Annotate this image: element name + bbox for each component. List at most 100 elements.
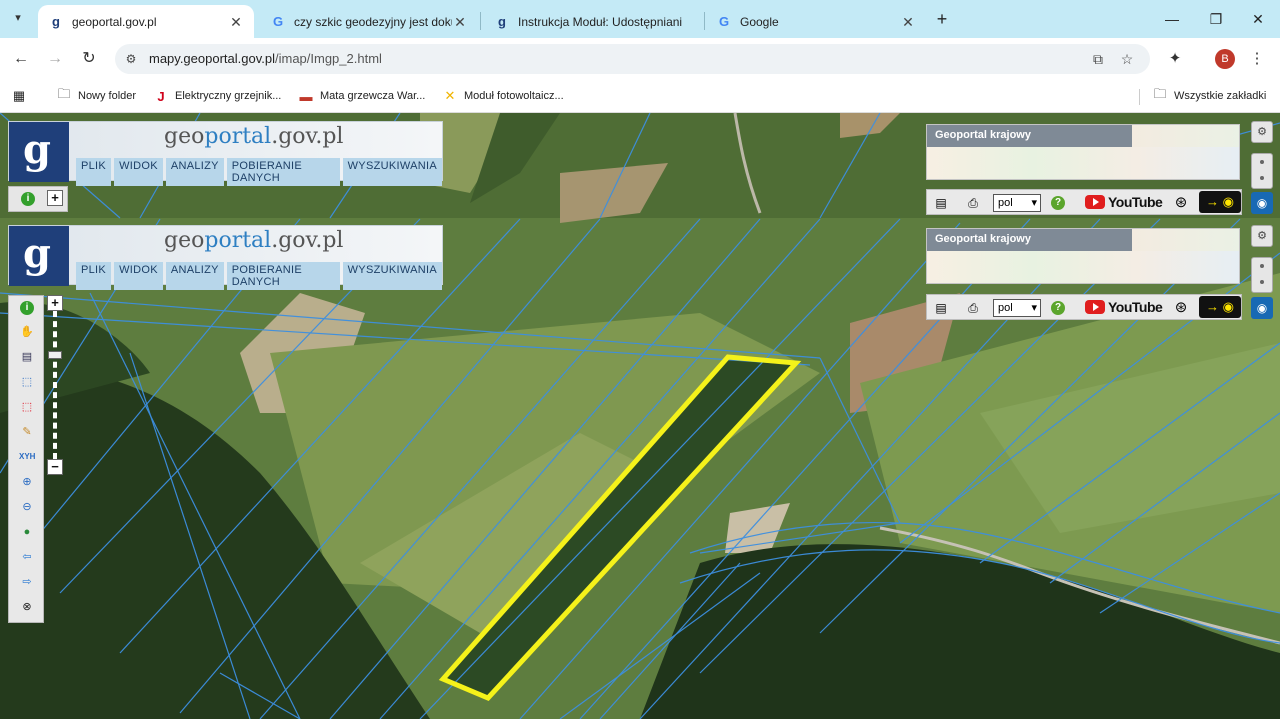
geoportal-krajowy-title: Geoportal krajowy <box>927 125 1132 147</box>
url-text[interactable]: mapy.geoportal.gov.pl/imap/Imgp_2.html <box>149 51 382 66</box>
bookmark-mata[interactable]: ▬ Mata grzewcza War... <box>298 86 426 106</box>
menu-analizy[interactable]: ANALIZY <box>165 158 224 186</box>
accessibility-wheel-icon[interactable]: ⊛ <box>1173 300 1189 316</box>
tab-google[interactable]: G Google ✕ <box>706 5 926 38</box>
tab-search-sketch[interactable]: G czy szkic geodezyjny jest dokum ✕ <box>260 5 478 38</box>
menu-plik[interactable]: PLIK <box>76 158 112 186</box>
settings-gears-icon[interactable]: ⚙ <box>1251 121 1273 143</box>
extensions-icon[interactable]: ✦ <box>1164 48 1186 70</box>
apps-grid-icon[interactable]: ▦ <box>11 86 33 106</box>
url-path: /imap/Imgp_2.html <box>274 51 382 66</box>
title-rest: .gov.pl <box>271 228 344 253</box>
menu-wyszukiwania[interactable]: WYSZUKIWANIA <box>342 158 442 186</box>
utility-bar: ▤ ⎙ pol ? YouTube ⊛ → ◉ <box>926 294 1242 320</box>
zoom-in-icon[interactable]: ⊕ <box>19 474 35 490</box>
youtube-play-icon <box>1085 300 1105 314</box>
overview-map-thumbnail[interactable] <box>927 251 1239 283</box>
overview-map-thumbnail[interactable] <box>927 147 1239 179</box>
language-select[interactable]: pol <box>993 299 1041 317</box>
browser-toolbar: ← → ↻ ⚙ mapy.geoportal.gov.pl/imap/Imgp_… <box>0 38 1280 80</box>
menu-plik[interactable]: PLIK <box>76 262 112 290</box>
help-lifebuoy-icon[interactable]: ⊗ <box>19 599 35 615</box>
folder-icon: 🗀 <box>1153 86 1167 101</box>
tab-title: Instrukcja Moduł: Udostępniani <box>518 14 683 29</box>
select-area-icon[interactable]: ⬚ <box>19 374 35 390</box>
map-canvas[interactable]: g geoportal.gov.pl PLIK WIDOK ANALIZY PO… <box>0 113 1280 719</box>
info-icon[interactable]: i <box>21 192 35 206</box>
bookmark-modul[interactable]: ✕ Moduł fotowoltaicz... <box>442 86 564 106</box>
bookmark-grzejnik[interactable]: J Elektryczny grzejnik... <box>153 86 281 106</box>
page-icon[interactable]: ▤ <box>933 195 949 211</box>
high-contrast-toggle[interactable]: → ◉ <box>1199 296 1241 318</box>
previous-view-arrow-icon[interactable]: ⇦ <box>19 549 35 565</box>
legend-icon[interactable]: ▤ <box>19 349 35 365</box>
visibility-eye-icon[interactable]: ◉ <box>1251 297 1273 319</box>
pencil-icon[interactable]: ✎ <box>19 424 35 440</box>
close-icon[interactable]: ✕ <box>900 14 916 30</box>
window-close-button[interactable]: ✕ <box>1244 8 1272 30</box>
install-app-icon[interactable]: ⧉ <box>1089 50 1107 68</box>
close-icon[interactable]: ✕ <box>228 14 244 30</box>
help-icon[interactable]: ? <box>1051 301 1065 315</box>
restore-button[interactable]: ❐ <box>1202 8 1230 30</box>
help-icon[interactable]: ? <box>1051 196 1065 210</box>
all-bookmarks[interactable]: 🗀 Wszystkie zakładki <box>1152 86 1266 106</box>
menu-dots-icon[interactable]: ⋮ <box>1246 48 1268 70</box>
reload-button[interactable]: ↻ <box>78 48 100 70</box>
menu-wyszukiwania[interactable]: WYSZUKIWANIA <box>342 262 442 290</box>
layer-switch-strip[interactable] <box>1251 153 1273 189</box>
info-icon[interactable]: i <box>20 301 34 315</box>
zoom-out-icon[interactable]: ⊖ <box>19 499 35 515</box>
pan-hand-icon[interactable]: ✋ <box>19 324 35 340</box>
visibility-eye-icon[interactable]: ◉ <box>1251 192 1273 214</box>
geoportal-logo-icon[interactable]: g <box>9 226 69 286</box>
menu-analizy[interactable]: ANALIZY <box>165 262 224 290</box>
geoportal-logo-icon[interactable]: g <box>9 122 69 182</box>
high-contrast-toggle[interactable]: → ◉ <box>1199 191 1241 213</box>
select-object-icon[interactable]: ⬚ <box>19 399 35 415</box>
minimize-button[interactable]: — <box>1158 8 1186 30</box>
google-favicon-icon: G <box>718 14 730 29</box>
forward-button[interactable]: → <box>44 48 66 70</box>
print-icon[interactable]: ⎙ <box>965 300 981 316</box>
zoom-slider-minus-button[interactable]: − <box>47 459 63 475</box>
zoom-slider-track[interactable] <box>53 311 57 459</box>
menu-pobieranie-danych[interactable]: POBIERANIE DANYCH <box>226 158 340 186</box>
back-button[interactable]: ← <box>10 48 32 70</box>
page-icon[interactable]: ▤ <box>933 300 949 316</box>
menu-widok[interactable]: WIDOK <box>114 262 163 290</box>
tab-instrukcja[interactable]: g Instrukcja Moduł: Udostępniani <box>484 5 702 38</box>
menu-widok[interactable]: WIDOK <box>114 158 163 186</box>
youtube-link[interactable]: YouTube <box>1085 299 1163 315</box>
bookmark-nowy-folder[interactable]: 🗀 Nowy folder <box>56 86 136 106</box>
utility-bar-top: ▤ ⎙ pol ? YouTube ⊛ → ◉ <box>926 189 1242 215</box>
zoom-in-button[interactable]: + <box>47 190 63 206</box>
xyh-coordinates-icon[interactable]: XYH <box>19 449 35 465</box>
youtube-link[interactable]: YouTube <box>1085 194 1163 210</box>
dot-icon <box>1260 160 1264 164</box>
globe-full-extent-icon[interactable]: ● <box>19 524 35 540</box>
close-icon[interactable]: ✕ <box>452 14 468 30</box>
site-info-icon[interactable]: ⚙ <box>123 51 139 67</box>
layer-switch-strip[interactable] <box>1251 257 1273 293</box>
accessibility-wheel-icon[interactable]: ⊛ <box>1173 195 1189 211</box>
bookmark-star-icon[interactable]: ☆ <box>1118 50 1136 68</box>
language-select[interactable]: pol <box>993 194 1041 212</box>
title-g: g <box>164 124 179 149</box>
tab-search-icon[interactable]: ▾ <box>10 11 26 27</box>
geoportal-krajowy-panel-top[interactable]: Geoportal krajowy <box>926 124 1240 180</box>
title-g: g <box>164 228 179 253</box>
zoom-slider-thumb[interactable] <box>48 351 62 359</box>
print-icon[interactable]: ⎙ <box>965 195 981 211</box>
tab-geoportal[interactable]: g geoportal.gov.pl ✕ <box>38 5 254 38</box>
geoportal-krajowy-panel[interactable]: Geoportal krajowy <box>926 228 1240 284</box>
title-rest: .gov.pl <box>271 124 344 149</box>
address-bar[interactable]: ⚙ mapy.geoportal.gov.pl/imap/Imgp_2.html… <box>115 44 1150 74</box>
title-eo: eo <box>178 124 205 149</box>
next-view-arrow-icon[interactable]: ⇨ <box>19 574 35 590</box>
profile-avatar[interactable]: B <box>1215 49 1235 69</box>
settings-gears-icon[interactable]: ⚙ <box>1251 225 1273 247</box>
zoom-slider-plus-button[interactable]: + <box>47 295 63 311</box>
new-tab-button[interactable]: + <box>932 9 952 29</box>
menu-pobieranie-danych[interactable]: POBIERANIE DANYCH <box>226 262 340 290</box>
